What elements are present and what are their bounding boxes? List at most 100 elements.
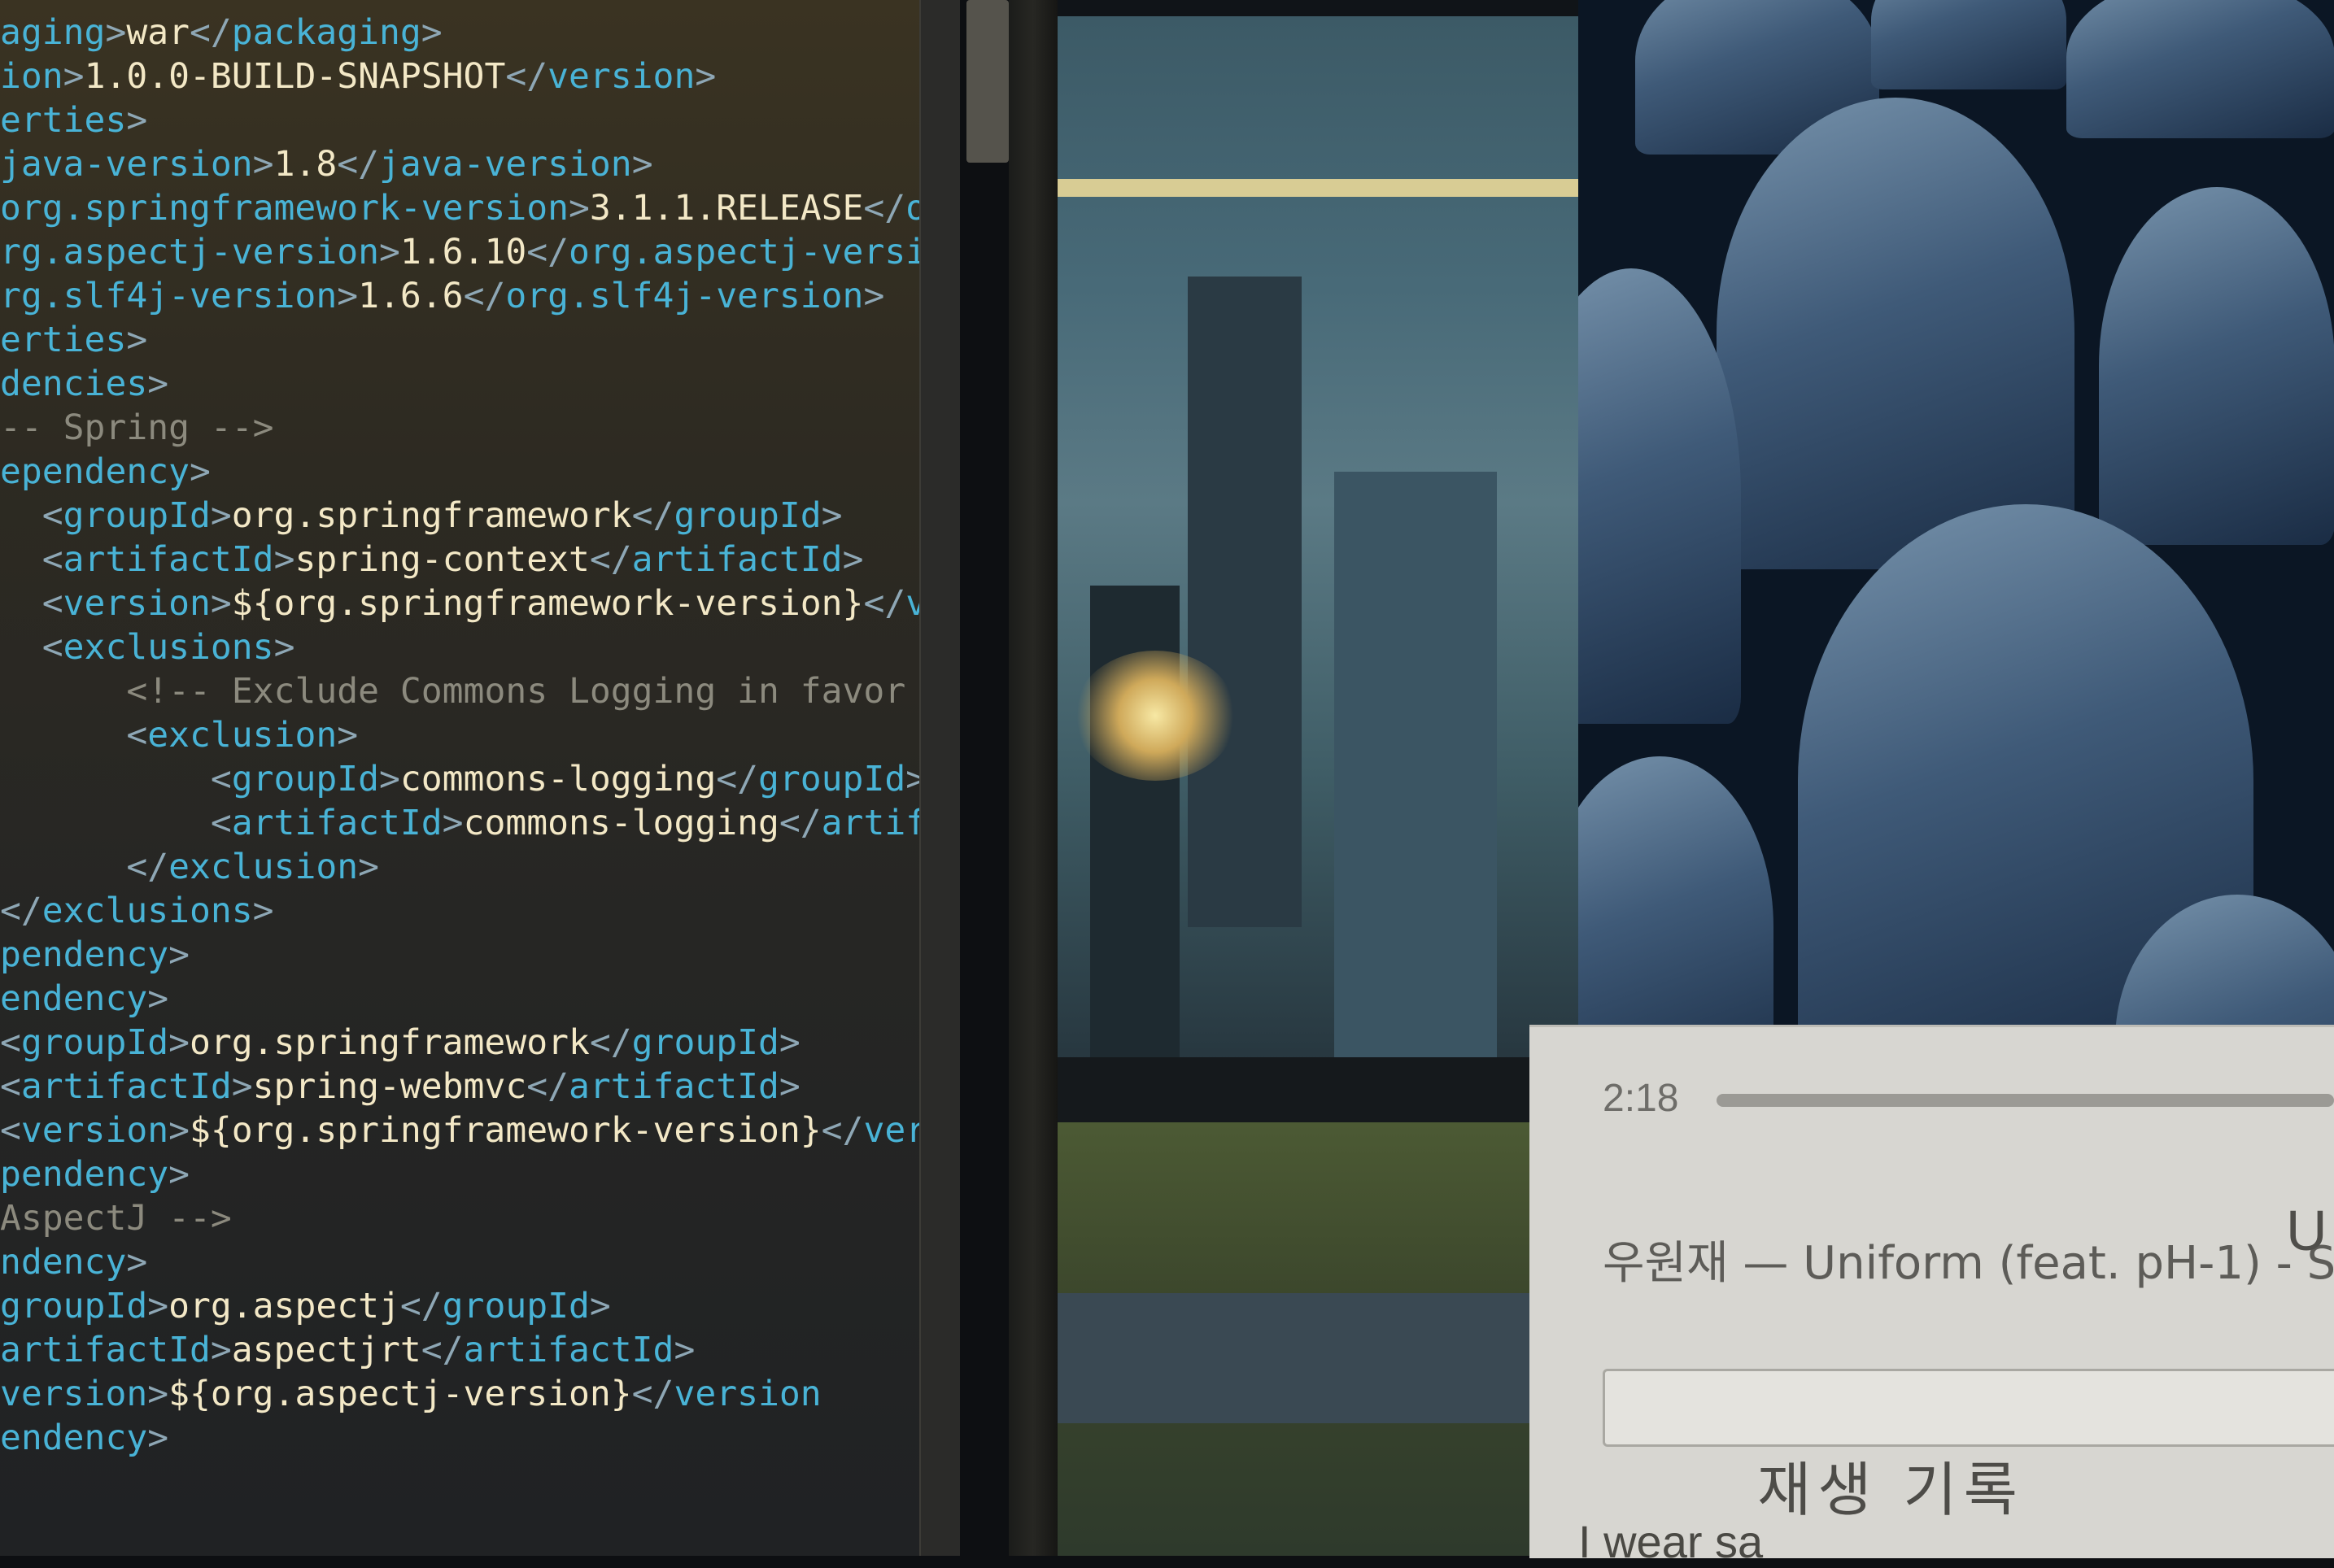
code-line: groupId>org.aspectj</groupId> (0, 1285, 611, 1327)
code-token-punc: </ (526, 232, 569, 272)
code-token-text: 1.6.10 (399, 232, 527, 272)
window-frame-rail (1058, 179, 1578, 197)
code-token-punc: </ (589, 1022, 632, 1063)
code-token-tag: ndency (0, 1242, 127, 1283)
code-token-punc: > (379, 232, 400, 272)
building-silhouette (1188, 277, 1302, 927)
code-token-comment: <!-- Exclude Commons Logging in favor of… (126, 671, 960, 712)
code-token-punc: </ (463, 276, 506, 316)
code-token-tag: pendency (0, 1154, 169, 1195)
code-line: ion>1.0.0-BUILD-SNAPSHOT</version> (0, 55, 716, 98)
code-line: version>${org.aspectj-version}</version (0, 1373, 822, 1415)
code-token-punc: > (210, 1330, 232, 1370)
code-token-text: org.aspectj (168, 1286, 400, 1326)
code-token-tag: endency (0, 978, 148, 1019)
code-token-tag: version (63, 583, 211, 624)
code-token-punc: > (147, 978, 169, 1019)
code-token-tag: artifactId (631, 539, 843, 580)
code-token-tag: exclusions (41, 891, 253, 931)
code-token-comment: AspectJ --> (0, 1198, 232, 1239)
code-token-text: aspectjrt (231, 1330, 421, 1370)
editor-scroll-thumb[interactable] (966, 0, 1009, 163)
code-token-text: commons-logging (463, 803, 779, 843)
code-token-tag: groupId (231, 759, 379, 799)
code-token-tag: packaging (231, 12, 421, 53)
code-token-punc: > (379, 759, 400, 799)
hooded-figure (1717, 98, 2074, 569)
code-token-tag: groupId (20, 1022, 169, 1063)
hooded-figure (2099, 187, 2334, 545)
code-token-punc: < (41, 539, 63, 580)
playback-history-button[interactable] (1603, 1369, 2334, 1447)
code-line: <version>${org.springframework-version}<… (0, 582, 960, 625)
code-token-text: 1.8 (273, 144, 338, 185)
code-editor-pane[interactable]: aging>war</packaging> ion>1.0.0-BUILD-SNA… (0, 0, 960, 1556)
code-token-text: commons-logging (399, 759, 717, 799)
code-token-punc: </ (337, 144, 380, 185)
code-token-punc: > (147, 1374, 169, 1414)
code-token-text: 3.1.1.RELEASE (589, 188, 864, 229)
code-line: <artifactId>spring-context</artifactId> (0, 538, 864, 581)
code-token-punc: </ (126, 847, 169, 887)
lyric-line: I wear sa (1578, 1516, 1764, 1567)
code-token-punc: > (168, 1022, 190, 1063)
code-token-punc: > (252, 891, 274, 931)
playback-progress-bar[interactable] (1717, 1094, 2334, 1107)
code-token-punc: </ (526, 1066, 569, 1107)
code-token-punc: </ (821, 1110, 864, 1151)
code-token-punc: > (631, 144, 653, 185)
code-token-text: org.springframework (231, 495, 632, 536)
code-token-punc: > (147, 1418, 169, 1458)
code-token-punc: > (273, 539, 295, 580)
water-image (1058, 1293, 1578, 1423)
hooded-figure (2066, 0, 2334, 138)
hooded-figure (1871, 0, 2066, 89)
code-token-text: 1.0.0-BUILD-SNAPSHOT (84, 56, 506, 97)
code-line: ependency> (0, 451, 211, 493)
code-token-punc: </ (190, 12, 232, 53)
code-token-tag: groupId (0, 1286, 148, 1326)
code-token-text: ${org.springframework-version} (231, 583, 864, 624)
code-token-punc: > (168, 1110, 190, 1151)
code-token-tag: artifactId (569, 1066, 779, 1107)
code-token-punc: </ (631, 495, 674, 536)
code-token-punc: </ (631, 1374, 674, 1414)
editor-scrollbar[interactable] (919, 0, 960, 1556)
code-token-punc: > (63, 56, 85, 97)
code-token-punc: </ (779, 803, 822, 843)
code-token-tag: org.aspectj-version (569, 232, 960, 272)
code-line: <exclusion> (0, 714, 358, 756)
code-token-tag: version (548, 56, 696, 97)
code-token-tag: artifactId (0, 1330, 211, 1370)
code-token-tag: artifactId (463, 1330, 674, 1370)
code-token-punc: </ (505, 56, 548, 97)
code-line: <version>${org.springframework-version}<… (0, 1109, 960, 1152)
code-line: </exclusions> (0, 890, 274, 932)
code-token-punc: </ (863, 583, 906, 624)
code-token-punc: > (147, 364, 169, 404)
code-token-punc: < (41, 495, 63, 536)
code-token-text: ${org.aspectj-version} (168, 1374, 632, 1414)
code-token-punc: > (337, 715, 359, 756)
code-token-punc: > (190, 451, 211, 492)
code-token-punc: < (0, 1022, 21, 1063)
code-line: erties> (0, 319, 147, 361)
code-line: dencies> (0, 363, 168, 405)
code-token-punc: > (442, 803, 464, 843)
code-line: rg.aspectj-version>1.6.10</org.aspectj-v… (0, 231, 960, 273)
pane-divider[interactable] (1009, 0, 1058, 1556)
code-token-punc: > (105, 12, 127, 53)
code-line: AspectJ --> (0, 1197, 232, 1239)
code-token-tag: exclusions (63, 627, 274, 668)
video-pane (1058, 0, 1578, 1556)
code-token-tag: version (674, 1374, 822, 1414)
code-token-punc: > (568, 188, 590, 229)
code-token-punc: </ (421, 1330, 464, 1370)
code-token-tag: dencies (0, 364, 148, 404)
code-token-tag: artifactId (231, 803, 443, 843)
code-token-comment: -- Spring --> (0, 407, 274, 448)
code-token-punc: </ (589, 539, 632, 580)
